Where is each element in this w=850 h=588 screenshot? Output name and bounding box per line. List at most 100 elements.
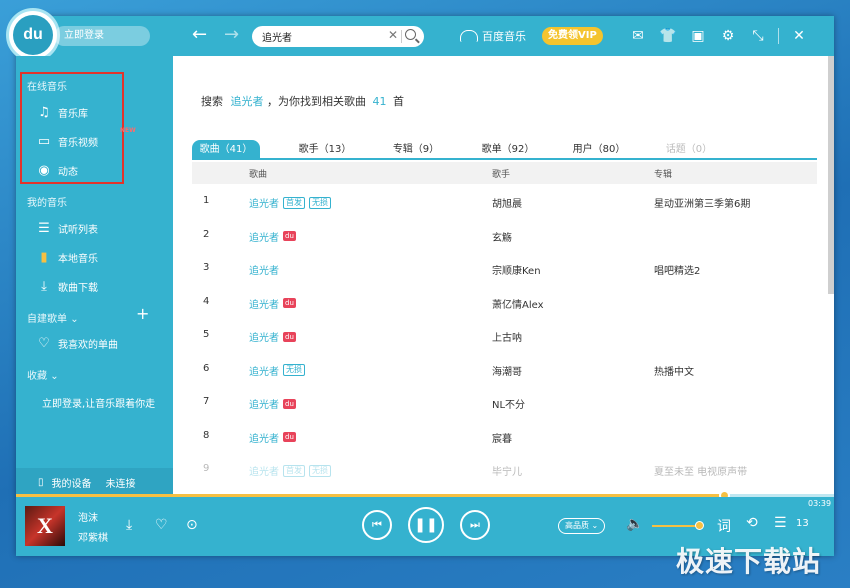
- section-favorites[interactable]: 收藏 ⌄: [27, 367, 59, 382]
- logo-text: du: [13, 15, 53, 55]
- table-row[interactable]: 3 追光者 宗顺康Ken 唱吧精选2: [192, 251, 817, 285]
- video-icon: ▭: [37, 133, 51, 149]
- like-heart-icon[interactable]: ♡: [155, 517, 168, 533]
- artist-cell[interactable]: 玄觞: [492, 229, 512, 244]
- loop-mode-icon[interactable]: ⟲: [746, 515, 758, 531]
- artist-cell[interactable]: 上古呐: [492, 329, 522, 344]
- artist-cell[interactable]: 胡旭晨: [492, 195, 522, 210]
- sidebar-item-local-music[interactable]: ▮ 本地音乐: [36, 247, 98, 267]
- next-button[interactable]: ⏭: [460, 510, 490, 540]
- search-divider: [401, 30, 402, 43]
- quality-tag: 首发: [283, 464, 305, 477]
- tab-artists[interactable]: 歌手（13）: [285, 140, 365, 160]
- brand[interactable]: 百度音乐: [460, 28, 526, 44]
- app-logo[interactable]: du: [6, 8, 60, 62]
- back-arrow-icon[interactable]: ←: [192, 25, 207, 45]
- more-icon[interactable]: ⊙: [186, 517, 198, 533]
- mail-icon[interactable]: ✉: [628, 26, 648, 46]
- song-title[interactable]: 追光者: [249, 329, 279, 344]
- song-title[interactable]: 追光者: [249, 363, 279, 378]
- sidebar-item-music-video[interactable]: ▭ 音乐视频 NEW: [36, 127, 136, 151]
- new-badge: NEW: [120, 127, 136, 134]
- table-row[interactable]: 8 追光者 du 宸暮: [192, 419, 817, 453]
- song-title[interactable]: 追光者: [249, 262, 279, 277]
- result-keyword: 追光者: [230, 95, 264, 108]
- login-prompt-link[interactable]: 立即登录,让音乐跟着你走: [42, 395, 155, 410]
- previous-button[interactable]: ⏮: [362, 510, 392, 540]
- section-custom-playlists[interactable]: 自建歌单 ⌄: [27, 310, 79, 325]
- skin-icon[interactable]: 👕: [658, 26, 678, 46]
- search-input[interactable]: 追光者 ✕: [252, 26, 424, 47]
- table-row[interactable]: 9 追光者 首发 无损 毕宁儿 夏至未至 电视原声带: [192, 452, 817, 486]
- queue-icon[interactable]: ☰: [774, 515, 787, 531]
- artist-cell[interactable]: 萧亿情Alex: [492, 296, 544, 311]
- vip-button[interactable]: 免费领VIP: [542, 27, 603, 45]
- forward-arrow-icon[interactable]: →: [224, 25, 239, 45]
- song-cell: 追光者 首发 无损: [249, 463, 331, 478]
- table-row[interactable]: 5 追光者 du 上古呐: [192, 318, 817, 352]
- table-row[interactable]: 2 追光者 du 玄觞: [192, 218, 817, 252]
- lyrics-button[interactable]: 词: [717, 516, 731, 536]
- tab-topics[interactable]: 话题（0）: [653, 140, 725, 160]
- tab-songs[interactable]: 歌曲（41）: [192, 140, 260, 160]
- login-button[interactable]: 立即登录: [54, 26, 150, 46]
- track-artist[interactable]: 邓紫棋: [78, 529, 108, 544]
- sidebar-item-downloads[interactable]: ⤓ 歌曲下载: [36, 276, 98, 296]
- close-icon[interactable]: ✕: [789, 26, 809, 46]
- album-cell[interactable]: 夏至未至 电视原声带: [654, 463, 747, 478]
- artist-cell[interactable]: 毕宁儿: [492, 463, 522, 478]
- search-icon[interactable]: [405, 29, 416, 40]
- quality-select[interactable]: 高品质 ⌄: [558, 518, 606, 534]
- device-bar[interactable]: ▯ 我的设备 未连接: [16, 468, 173, 496]
- playlist-icon: ☰: [38, 220, 50, 236]
- album-cell[interactable]: 星动亚洲第三季第6期: [654, 195, 750, 210]
- album-cell[interactable]: 热播中文: [654, 363, 694, 378]
- sidebar-item-music-library[interactable]: ♫ 音乐库: [36, 102, 88, 122]
- add-playlist-icon[interactable]: +: [136, 304, 149, 323]
- row-number: 1: [203, 195, 210, 206]
- song-title[interactable]: 追光者: [249, 195, 279, 210]
- clear-icon[interactable]: ✕: [388, 28, 398, 42]
- artist-cell[interactable]: 宸暮: [492, 430, 512, 445]
- download-icon[interactable]: ⤓: [126, 517, 132, 533]
- table-row[interactable]: 6 追光者 无损 海潮哥 热播中文: [192, 352, 817, 386]
- song-title[interactable]: 追光者: [249, 430, 279, 445]
- album-cover[interactable]: X: [25, 506, 65, 546]
- table-header: 歌曲 歌手 专辑: [192, 162, 817, 184]
- device-status: 未连接: [105, 478, 136, 490]
- tab-users[interactable]: 用户（80）: [559, 140, 639, 160]
- toolbox-icon[interactable]: ▣: [688, 26, 708, 46]
- quality-tag: 无损: [309, 464, 331, 477]
- song-title[interactable]: 追光者: [249, 396, 279, 411]
- artist-cell[interactable]: 宗顺康Ken: [492, 262, 541, 277]
- song-cell: 追光者 du: [249, 329, 296, 344]
- volume-icon[interactable]: 🔈: [626, 516, 643, 532]
- sidebar-item-liked-songs[interactable]: ♡ 我喜欢的单曲: [36, 333, 118, 353]
- search-value: 追光者: [262, 33, 292, 44]
- pause-button[interactable]: ❚❚: [408, 507, 444, 543]
- mini-mode-icon[interactable]: ⤡: [748, 26, 768, 46]
- sidebar-item-dynamic[interactable]: ◉ 动态: [36, 160, 78, 180]
- song-title[interactable]: 追光者: [249, 463, 279, 478]
- table-row[interactable]: 4 追光者 du 萧亿情Alex: [192, 285, 817, 319]
- track-title[interactable]: 泡沫: [78, 509, 98, 524]
- volume-handle[interactable]: [695, 521, 704, 530]
- music-note-icon: ♫: [38, 104, 50, 120]
- volume-slider[interactable]: [652, 525, 700, 527]
- song-title[interactable]: 追光者: [249, 229, 279, 244]
- song-cell: 追光者 du: [249, 296, 296, 311]
- artist-cell[interactable]: 海潮哥: [492, 363, 522, 378]
- song-cell: 追光者 无损: [249, 363, 305, 378]
- song-title[interactable]: 追光者: [249, 296, 279, 311]
- tab-albums[interactable]: 专辑（9）: [380, 140, 452, 160]
- col-song: 歌曲: [249, 170, 268, 180]
- table-row[interactable]: 1 追光者 首发 无损 胡旭晨 星动亚洲第三季第6期: [192, 184, 817, 218]
- sidebar-item-trial-list[interactable]: ☰ 试听列表: [36, 218, 98, 238]
- artist-cell[interactable]: NL不分: [492, 396, 525, 411]
- table-row[interactable]: 7 追光者 du NL不分: [192, 385, 817, 419]
- album-cell[interactable]: 唱吧精选2: [654, 262, 700, 277]
- headphones-icon: [460, 30, 478, 42]
- tab-playlists[interactable]: 歌单（92）: [468, 140, 548, 160]
- settings-icon[interactable]: ⚙: [718, 26, 738, 46]
- scrollbar[interactable]: [828, 56, 834, 294]
